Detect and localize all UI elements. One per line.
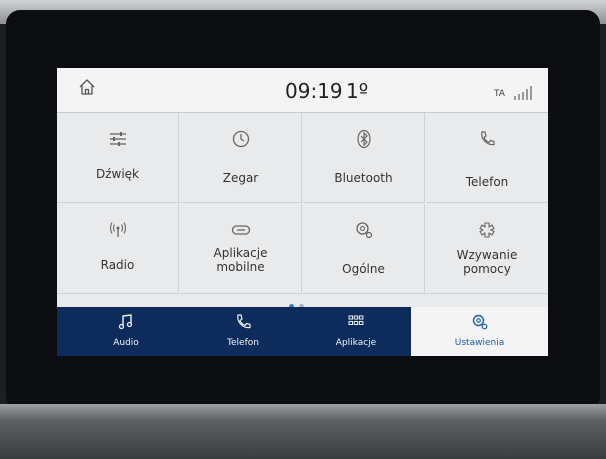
bottom-navigation-bar: Audio Telefon Aplikacje Ustawienia bbox=[57, 307, 548, 356]
nav-label: Audio bbox=[113, 338, 139, 348]
nav-audio[interactable]: Audio bbox=[67, 307, 185, 356]
gear-icon bbox=[355, 222, 372, 239]
settings-grid: Dźwięk Zegar Bluetooth Telefon Radio Apl… bbox=[57, 113, 548, 294]
radio-antenna-icon bbox=[109, 222, 126, 237]
phone-icon bbox=[481, 131, 495, 146]
tile-label: Telefon bbox=[465, 175, 509, 189]
tile-aplikacje-mobilne[interactable]: Aplikacje mobilne bbox=[180, 204, 302, 294]
tile-label: Aplikacje mobilne bbox=[213, 246, 268, 274]
link-icon bbox=[231, 225, 250, 235]
clock-time: 09:19 bbox=[285, 79, 343, 103]
home-icon[interactable] bbox=[78, 78, 96, 96]
music-note-icon bbox=[118, 314, 133, 330]
phone-icon bbox=[237, 314, 251, 329]
dashboard-trim-bottom bbox=[0, 404, 606, 459]
clock-icon bbox=[232, 130, 249, 148]
tile-label: Zegar bbox=[222, 171, 259, 185]
tile-label: Dźwięk bbox=[95, 167, 140, 181]
tile-dzwiek[interactable]: Dźwięk bbox=[57, 113, 179, 203]
settings-icon bbox=[472, 314, 487, 330]
tile-label: Ogólne bbox=[342, 262, 385, 276]
tile-zegar[interactable]: Zegar bbox=[180, 113, 302, 203]
tile-ogolne[interactable]: Ogólne bbox=[303, 204, 425, 294]
apps-grid-icon bbox=[348, 315, 364, 325]
tile-label: Radio bbox=[100, 258, 135, 272]
tile-wzywanie-pomocy[interactable]: Wzywanie pomocy bbox=[426, 204, 548, 294]
tile-label: Wzywanie pomocy bbox=[456, 248, 518, 276]
traffic-announcement-indicator: TA bbox=[494, 89, 505, 99]
nav-aplikacje[interactable]: Aplikacje bbox=[297, 307, 415, 356]
emergency-icon bbox=[479, 222, 495, 238]
infotainment-screen: 09:19 1º TA Dźwięk Zegar Bluetooth Telef… bbox=[57, 68, 548, 356]
nav-ustawienia[interactable]: Ustawienia bbox=[411, 307, 548, 356]
outside-temperature: 1º bbox=[346, 79, 369, 103]
nav-telefon[interactable]: Telefon bbox=[184, 307, 302, 356]
nav-label: Ustawienia bbox=[454, 338, 505, 348]
tile-radio[interactable]: Radio bbox=[57, 204, 179, 294]
nav-label: Aplikacje bbox=[335, 338, 377, 348]
signal-strength-icon bbox=[514, 86, 532, 100]
status-bar: 09:19 1º TA bbox=[57, 68, 548, 113]
tile-label: Bluetooth bbox=[334, 171, 393, 185]
tile-telefon[interactable]: Telefon bbox=[426, 113, 548, 203]
tile-bluetooth[interactable]: Bluetooth bbox=[303, 113, 425, 203]
nav-label: Telefon bbox=[227, 338, 259, 348]
bluetooth-icon bbox=[356, 129, 371, 149]
sliders-icon bbox=[109, 132, 126, 146]
